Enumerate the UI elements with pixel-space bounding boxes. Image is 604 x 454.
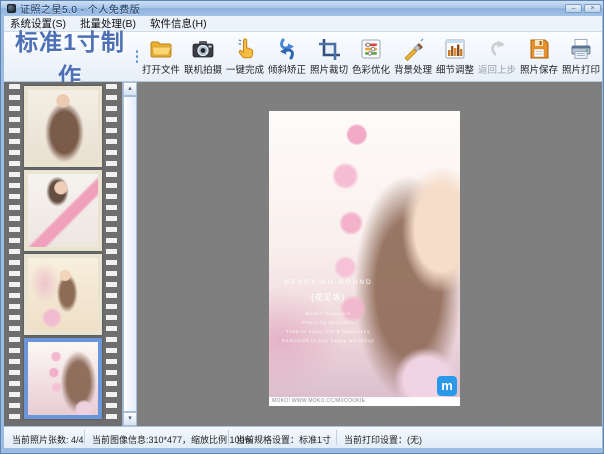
tool-camera-capture[interactable]: 联机拍摄 [182, 37, 224, 76]
tool-undo-step: 返回上步 [476, 37, 518, 76]
status-spec-setting: 当前规格设置：标准1寸 [236, 433, 331, 446]
tool-save-photo[interactable]: 照片保存 [518, 37, 560, 76]
scrollbar-track[interactable] [123, 96, 137, 412]
thumbnail-photo-4-selected[interactable] [24, 338, 102, 419]
toolbar: 打开文件 联机拍摄 一键完成 倾斜矫正 [140, 37, 602, 76]
tool-detail-adjust[interactable]: 细节调整 [434, 37, 476, 76]
filmstrip-holes-right [106, 84, 117, 424]
tool-color-optimize[interactable]: 色彩优化 [350, 37, 392, 76]
tool-tilt-correct[interactable]: 倾斜矫正 [266, 37, 308, 76]
tool-photo-crop[interactable]: 照片裁切 [308, 37, 350, 76]
tool-one-click-finish[interactable]: 一键完成 [224, 37, 266, 76]
header-band: 标准1寸制作 打开文件 联机拍摄 一键完成 [4, 32, 602, 82]
save-icon [527, 37, 551, 61]
tool-label: 联机拍摄 [184, 62, 222, 76]
tool-label: 打开文件 [142, 62, 180, 76]
color-sliders-icon [359, 37, 383, 61]
thumbnail-image-2 [28, 174, 98, 247]
tool-label: 倾斜矫正 [268, 62, 306, 76]
status-photo-count: 当前照片张数: 4/4 [12, 433, 84, 446]
content-area: ▴ ▾ MERRY-GO-ROUND {花见坂} Model: mxcookie… [4, 82, 602, 426]
tool-background-process[interactable]: 背景处理 [392, 37, 434, 76]
photo-watermark: MOKO! WWW.MOKO.CC/MXCOOKIE [269, 397, 460, 406]
preview-canvas: MERRY-GO-ROUND {花见坂} Model: mxcookie Pho… [137, 82, 602, 426]
open-folder-icon [149, 37, 173, 61]
crop-icon [317, 37, 341, 61]
scrollbar-thumb[interactable] [123, 96, 137, 412]
preview-photo: MERRY-GO-ROUND {花见坂} Model: mxcookie Pho… [269, 111, 460, 406]
print-icon [569, 37, 593, 61]
undo-icon [485, 37, 509, 61]
filmstrip-scrollbar[interactable]: ▴ ▾ [122, 82, 137, 426]
scroll-up-button[interactable]: ▴ [123, 82, 137, 96]
thumbnail-photo-1[interactable] [24, 86, 102, 167]
tool-label: 照片打印 [562, 62, 600, 76]
page-title: 标准1寸制作 [4, 23, 136, 91]
status-separator [84, 430, 85, 445]
thumbnail-photo-3[interactable] [24, 254, 102, 335]
camera-icon [191, 37, 215, 61]
tool-label: 返回上步 [478, 62, 516, 76]
window-title: 证照之星5.0 - 个人免费版 [20, 1, 140, 16]
tool-label: 照片裁切 [310, 62, 348, 76]
tilt-correct-icon [275, 37, 299, 61]
tool-label: 背景处理 [394, 62, 432, 76]
tool-label: 照片保存 [520, 62, 558, 76]
tool-label: 色彩优化 [352, 62, 390, 76]
photo-overlay-subtitle: {花见坂} [269, 292, 387, 303]
scroll-down-button[interactable]: ▾ [123, 412, 137, 426]
titlebar[interactable]: 证照之星5.0 - 个人免费版 – × [1, 1, 604, 16]
tool-open-file[interactable]: 打开文件 [140, 37, 182, 76]
app-window: 证照之星5.0 - 个人免费版 – × 系统设置(S) 批量处理(B) 软件信息… [0, 0, 604, 454]
filmstrip [4, 82, 122, 426]
background-brush-icon [401, 37, 425, 61]
histogram-icon [443, 37, 467, 61]
statusbar: 当前照片张数: 4/4 当前图像信息:310*477，缩放比例 100% 当前规… [4, 426, 602, 448]
photo-overlay-title: MERRY-GO-ROUND [269, 279, 387, 286]
status-separator [228, 430, 229, 445]
thumbnail-image-3 [28, 258, 98, 331]
thumbnail-photo-2[interactable] [24, 170, 102, 251]
filmstrip-holes-left [9, 84, 20, 424]
status-separator [336, 430, 337, 445]
photo-caption-lines: Model: mxcookie Photo by mxcookie Time t… [269, 309, 387, 345]
thumbnail-image-1 [28, 90, 98, 163]
menu-software-info[interactable]: 软件信息(H) [150, 16, 207, 31]
moko-logo: m [437, 376, 457, 396]
close-button[interactable]: × [584, 4, 601, 13]
app-icon [7, 4, 16, 13]
minimize-button[interactable]: – [565, 4, 582, 13]
tool-print-photo[interactable]: 照片打印 [560, 37, 602, 76]
tool-label: 细节调整 [436, 62, 474, 76]
toolbar-grip[interactable] [136, 50, 138, 63]
tool-label: 一键完成 [226, 62, 264, 76]
thumbnail-image-4 [28, 342, 98, 415]
one-click-hand-icon [233, 37, 257, 61]
status-print-setting: 当前打印设置：(无) [344, 433, 422, 446]
